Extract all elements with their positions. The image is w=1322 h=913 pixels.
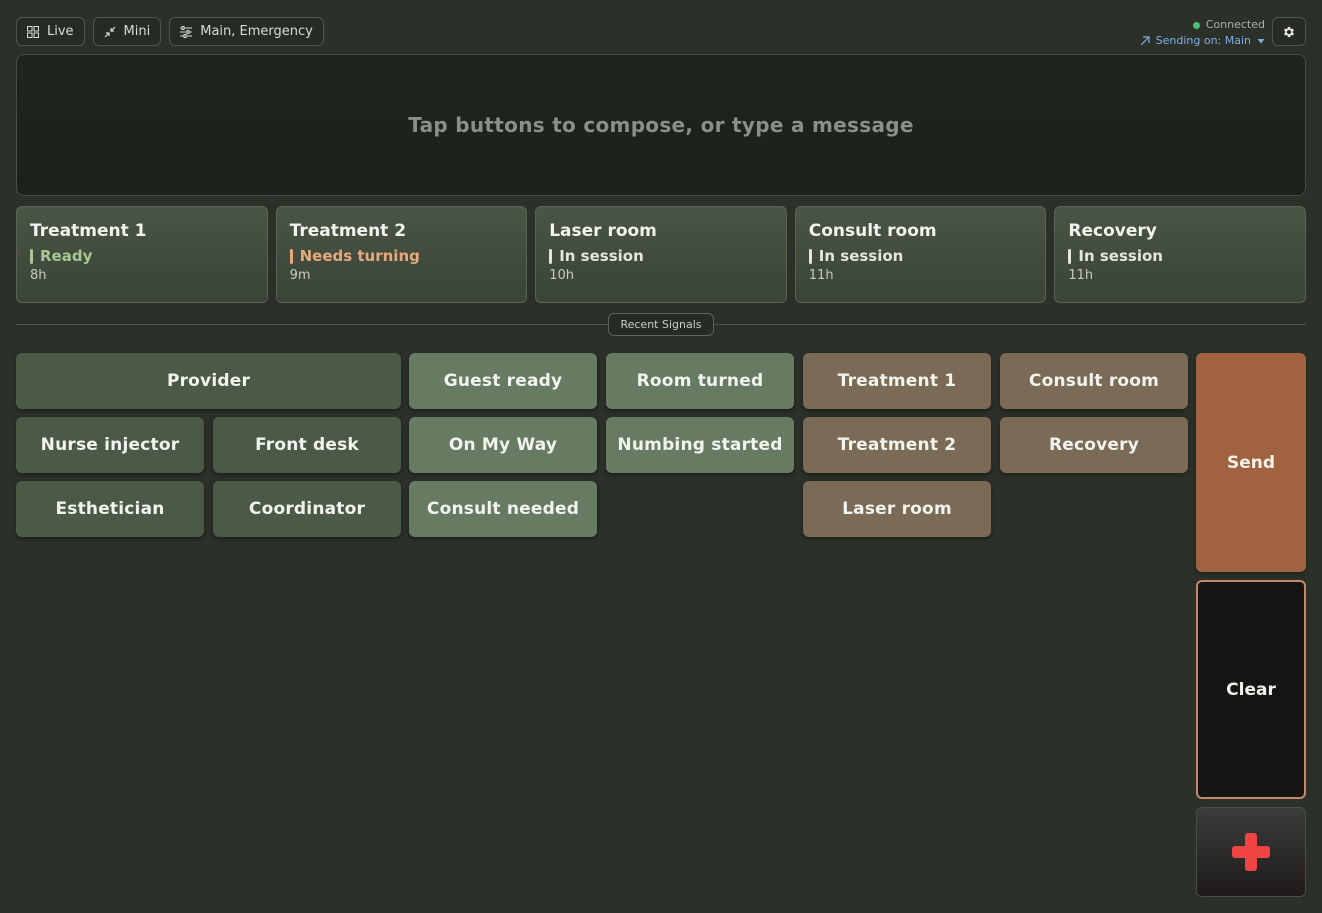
sliders-icon [180,25,193,38]
room-card[interactable]: Treatment 2 Needs turning 9m [275,206,528,303]
connection-indicator: Connected [1140,17,1265,33]
front-desk-button[interactable]: Front desk [213,417,401,473]
room-card[interactable]: Consult room In session 11h [794,206,1047,303]
room-elapsed-time: 11h [1068,268,1094,283]
emergency-button[interactable] [1196,807,1306,897]
room-status-text: Ready [40,247,93,265]
provider-button[interactable]: Provider [16,353,401,409]
nurse-injector-button[interactable]: Nurse injector [16,417,204,473]
room-name: Recovery [1068,221,1157,241]
esthetician-button[interactable]: Esthetician [16,481,204,537]
room-name: Consult room [808,221,937,241]
room-name: Treatment 1 [30,221,147,241]
chevron-down-icon [1257,39,1265,44]
mini-label: Mini [123,24,151,39]
room-status: In session [549,247,773,265]
send-button[interactable]: Send [1196,353,1306,572]
room-name: Treatment 2 [289,221,407,241]
on-my-way-button[interactable]: On My Way [409,417,597,473]
location-recovery-button[interactable]: Recovery [1000,417,1188,473]
status-bar-icon [30,248,33,264]
clear-button[interactable]: Clear [1196,580,1306,799]
sending-text: Sending on: Main [1155,34,1251,47]
room-status-row: Treatment 1 Ready 8h Treatment 2 Needs turni… [16,206,1306,303]
recent-signals-button[interactable]: Recent Signals [608,313,714,336]
room-card[interactable]: Laser room In session 10h [535,206,787,303]
status-dot-icon [1192,21,1200,29]
room-status: Ready [30,247,254,265]
room-status-text: In session [559,247,644,265]
app-root: Live Mini Main, Emergency Connected Send… [0,0,1322,913]
location-laser-room-button[interactable]: Laser room [803,481,991,537]
channels-button[interactable]: Main, Emergency [169,17,324,46]
message-compose-area[interactable]: Tap buttons to compose, or type a messag… [16,54,1306,196]
location-consult-room-button[interactable]: Consult room [1000,353,1188,409]
room-status-text: In session [818,247,904,265]
location-treatment-1-button[interactable]: Treatment 1 [803,353,991,409]
room-status: In session [1068,247,1292,265]
live-button[interactable]: Live [16,17,85,46]
status-bar-icon [1068,248,1072,264]
room-status: In session [808,247,1033,265]
top-toolbar: Live Mini Main, Emergency [16,17,324,46]
compose-placeholder: Tap buttons to compose, or type a messag… [408,113,914,137]
room-elapsed-time: 10h [549,268,574,283]
room-name: Laser room [549,221,657,241]
mini-button[interactable]: Mini [92,17,162,46]
numbing-started-button[interactable]: Numbing started [606,417,794,473]
room-elapsed-time: 11h [808,268,834,283]
location-treatment-2-button[interactable]: Treatment 2 [803,417,991,473]
consult-needed-button[interactable]: Consult needed [409,481,597,537]
room-elapsed-time: 9m [289,268,311,283]
room-turned-button[interactable]: Room turned [606,353,794,409]
collapse-icon [104,26,115,37]
grid-icon [27,25,39,38]
gear-icon [1283,26,1295,37]
coordinator-button[interactable]: Coordinator [213,481,401,537]
live-label: Live [47,24,74,39]
connection-status: Connected Sending on: Main [1140,17,1265,49]
guest-ready-button[interactable]: Guest ready [409,353,597,409]
arrow-up-right-icon [1140,36,1150,46]
connection-text: Connected [1205,18,1265,31]
status-bar-icon [289,248,293,264]
room-status-text: Needs turning [299,247,420,265]
room-card[interactable]: Recovery In session 11h [1054,206,1306,303]
room-status: Needs turning [289,247,514,265]
status-bar-icon [808,248,812,264]
sending-channel-select[interactable]: Sending on: Main [1140,33,1265,49]
room-card[interactable]: Treatment 1 Ready 8h [16,206,268,303]
settings-button[interactable] [1272,17,1306,46]
room-status-text: In session [1078,247,1163,265]
channels-label: Main, Emergency [200,24,313,39]
status-bar-icon [549,248,553,264]
room-elapsed-time: 8h [30,268,47,283]
medical-cross-icon [1232,833,1270,871]
